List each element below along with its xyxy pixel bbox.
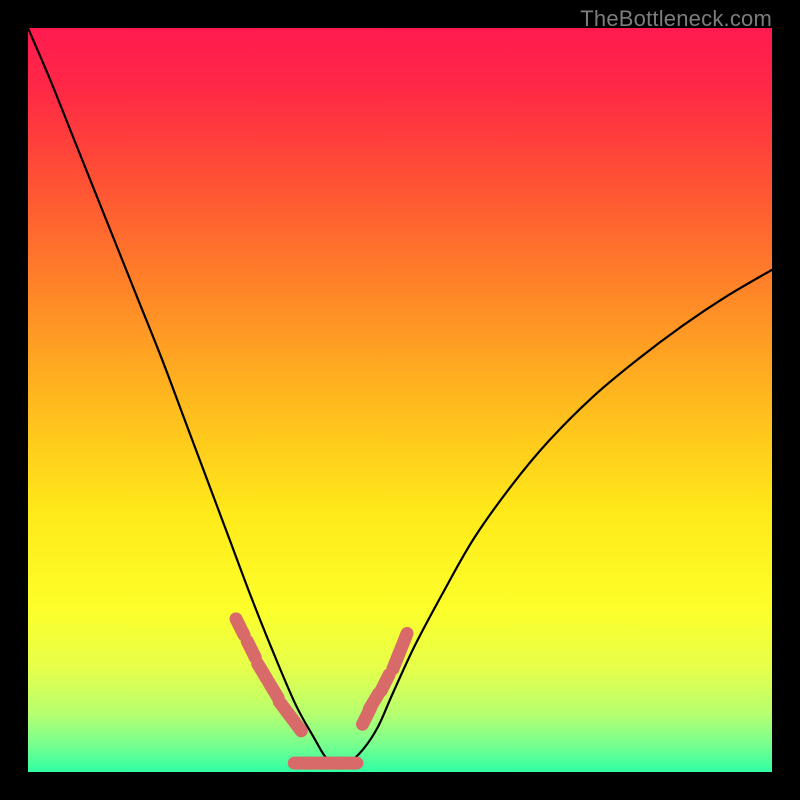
highlight-marker [381, 675, 389, 691]
plot-area [28, 28, 772, 772]
bottleneck-curve-chart [28, 28, 772, 772]
highlight-marker [290, 716, 301, 730]
highlight-marker [269, 682, 278, 697]
highlight-marker [247, 641, 255, 657]
highlight-marker [400, 633, 407, 650]
chart-frame: TheBottleneck.com [0, 0, 800, 800]
highlight-marker [236, 619, 244, 635]
